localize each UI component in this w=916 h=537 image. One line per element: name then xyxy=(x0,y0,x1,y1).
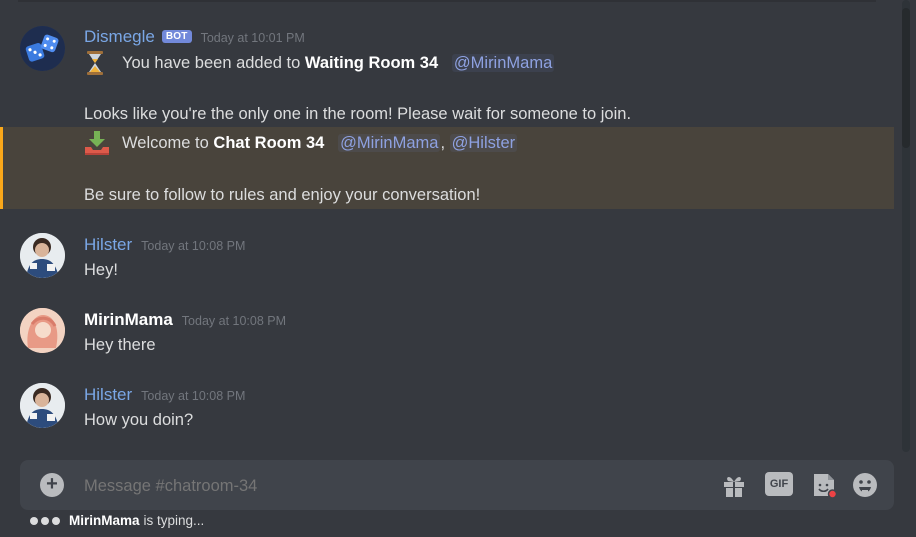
message-line: Welcome to Chat Room 34 @MirinMama, @Hil… xyxy=(122,134,518,153)
message-prefix: You have been added to xyxy=(122,54,305,72)
author-name[interactable]: Hilster xyxy=(84,235,132,255)
typing-user: MirinMama xyxy=(69,513,140,528)
user-mention[interactable]: @MirinMama xyxy=(338,134,441,152)
user-photo-icon xyxy=(20,233,65,278)
mention-highlight-bar xyxy=(0,127,3,209)
room-name: Chat Room 34 xyxy=(213,134,325,152)
message-text: Hey there xyxy=(84,336,156,354)
message-header: MirinMama Today at 10:08 PM xyxy=(84,310,286,330)
top-divider xyxy=(18,0,876,2)
message-header: Hilster Today at 10:08 PM xyxy=(84,385,245,405)
message-prefix: Welcome to xyxy=(122,134,214,152)
bot-badge: BOT xyxy=(161,30,192,43)
scrollbar-thumb[interactable] xyxy=(902,8,910,148)
user-photo-icon xyxy=(20,308,65,353)
hilster-avatar[interactable] xyxy=(20,233,65,278)
message-header: Dismegle BOT Today at 10:01 PM xyxy=(84,27,305,47)
sticker-icon[interactable] xyxy=(810,471,838,499)
mirinmama-avatar[interactable] xyxy=(20,308,65,353)
user-photo-icon xyxy=(20,383,65,428)
user-mention[interactable]: @MirinMama xyxy=(451,54,555,72)
typing-suffix: is typing... xyxy=(143,513,205,528)
inbox-download-icon xyxy=(85,131,109,155)
message-line: Be sure to follow to rules and enjoy you… xyxy=(84,186,481,204)
author-name[interactable]: MirinMama xyxy=(84,310,173,330)
user-mention[interactable]: @Hilster xyxy=(449,134,518,152)
message-input[interactable] xyxy=(84,474,684,498)
room-name: Waiting Room 34 xyxy=(304,54,439,72)
message-timestamp: Today at 10:08 PM xyxy=(141,239,246,253)
dice-icon xyxy=(20,26,65,71)
author-name[interactable]: Dismegle xyxy=(84,27,155,47)
message-text: How you doin? xyxy=(84,411,194,429)
hourglass-icon xyxy=(87,51,103,75)
message-header: Hilster Today at 10:08 PM xyxy=(84,235,245,255)
message-composer: + GIF xyxy=(20,460,894,510)
typing-indicator: MirinMama is typing... xyxy=(30,513,204,528)
emoji-icon[interactable] xyxy=(851,471,879,499)
author-name[interactable]: Hilster xyxy=(84,385,132,405)
dismegle-avatar[interactable] xyxy=(20,26,65,71)
hilster-avatar[interactable] xyxy=(20,383,65,428)
gif-icon[interactable]: GIF xyxy=(765,472,793,496)
message-timestamp: Today at 10:08 PM xyxy=(141,389,246,403)
chat-view: Dismegle BOT Today at 10:01 PM You have … xyxy=(0,0,916,537)
typing-dots-icon xyxy=(30,516,63,525)
message-line: Looks like you're the only one in the ro… xyxy=(84,105,632,123)
message-text: Hey! xyxy=(84,261,118,279)
message-timestamp: Today at 10:01 PM xyxy=(200,31,305,45)
message-timestamp: Today at 10:08 PM xyxy=(181,314,287,328)
message-line: You have been added to Waiting Room 34 @… xyxy=(122,54,555,73)
mention-separator: , xyxy=(440,134,446,152)
gift-icon[interactable] xyxy=(720,471,748,499)
plus-icon[interactable]: + xyxy=(40,473,64,497)
